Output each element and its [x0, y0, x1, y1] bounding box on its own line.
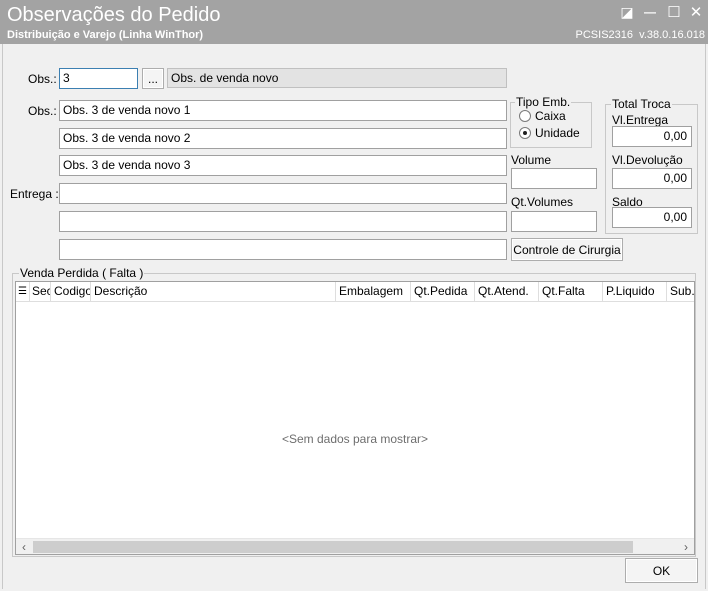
obs-line-3-input[interactable]: Obs. 3 de venda novo 3	[59, 155, 507, 176]
radio-caixa[interactable]: Caixa	[519, 109, 566, 123]
radio-unidade-label: Unidade	[535, 126, 580, 140]
col-embalagem[interactable]: Embalagem	[336, 282, 411, 301]
version-info: PCSIS2316 v.38.0.16.018	[576, 29, 705, 41]
obs-code-label: Obs.:	[28, 72, 57, 86]
col-codigo[interactable]: Codigo	[51, 282, 91, 301]
close-icon[interactable]: ✕	[686, 3, 706, 21]
radio-unidade-dot[interactable]	[519, 127, 531, 139]
grid-empty-message: <Sem dados para mostrar>	[281, 432, 429, 446]
vl-devolucao-label: Vl.Devolução	[612, 153, 683, 167]
obs-line-1-input[interactable]: Obs. 3 de venda novo 1	[59, 100, 507, 121]
qt-volumes-label: Qt.Volumes	[511, 195, 574, 209]
scroll-thumb[interactable]	[33, 541, 633, 553]
venda-perdida-grid[interactable]: ☰ Sec Codigo Descrição Embalagem Qt.Pedi…	[15, 281, 695, 555]
dialog-body: Obs.: 3 ... Obs. de venda novo Obs.: Obs…	[2, 44, 706, 589]
volume-input[interactable]	[511, 168, 597, 189]
version-number: v.38.0.16.018	[639, 29, 705, 41]
horizontal-scrollbar[interactable]: ‹ ›	[16, 538, 694, 554]
col-sub-total[interactable]: Sub.T	[667, 282, 694, 301]
controle-cirurgia-button[interactable]: Controle de Cirurgia	[511, 238, 623, 261]
scroll-left-icon[interactable]: ‹	[16, 539, 32, 554]
tipo-emb-title: Tipo Emb.	[515, 95, 572, 109]
col-qt-falta[interactable]: Qt.Falta	[539, 282, 603, 301]
col-qt-pedida[interactable]: Qt.Pedida	[411, 282, 475, 301]
vl-entrega-input[interactable]: 0,00	[612, 126, 692, 147]
radio-caixa-dot[interactable]	[519, 110, 531, 122]
window-subtitle: Distribuição e Varejo (Linha WinThor)	[7, 29, 204, 41]
vl-entrega-label: Vl.Entrega	[612, 113, 669, 127]
radio-unidade[interactable]: Unidade	[519, 126, 580, 140]
obs-description: Obs. de venda novo	[167, 68, 507, 88]
col-qt-atend[interactable]: Qt.Atend.	[475, 282, 539, 301]
vl-devolucao-input[interactable]: 0,00	[612, 168, 692, 189]
window-title: Observações do Pedido	[7, 4, 221, 26]
col-p-liquido[interactable]: P.Liquido	[603, 282, 667, 301]
ok-button[interactable]: OK	[625, 558, 698, 583]
grid-header: ☰ Sec Codigo Descrição Embalagem Qt.Pedi…	[16, 282, 694, 302]
col-sec[interactable]: Sec	[30, 282, 51, 301]
obs-lines-label: Obs.:	[28, 104, 57, 118]
obs-lookup-button[interactable]: ...	[142, 68, 164, 89]
total-troca-title: Total Troca	[611, 97, 672, 111]
volume-label: Volume	[511, 153, 552, 167]
entrega-line-2-input[interactable]	[59, 211, 507, 232]
radio-caixa-label: Caixa	[535, 109, 566, 123]
entrega-line-1-input[interactable]	[59, 183, 507, 204]
column-selector-icon[interactable]: ☰	[16, 282, 30, 301]
title-bar: Observações do Pedido Distribuição e Var…	[0, 0, 708, 44]
restore-icon[interactable]: ◪	[617, 3, 637, 21]
maximize-icon[interactable]: ☐	[664, 3, 684, 21]
obs-code-input[interactable]: 3	[59, 68, 138, 89]
minimize-icon[interactable]: —	[640, 3, 660, 21]
saldo-input[interactable]: 0,00	[612, 207, 692, 228]
obs-line-2-input[interactable]: Obs. 3 de venda novo 2	[59, 128, 507, 149]
scroll-right-icon[interactable]: ›	[678, 539, 694, 554]
entrega-label: Entrega :	[10, 187, 59, 201]
entrega-line-3-input[interactable]	[59, 239, 507, 260]
venda-perdida-title: Venda Perdida ( Falta )	[19, 266, 145, 280]
program-code: PCSIS2316	[575, 29, 634, 41]
col-descricao[interactable]: Descrição	[91, 282, 336, 301]
qt-volumes-input[interactable]	[511, 211, 597, 232]
